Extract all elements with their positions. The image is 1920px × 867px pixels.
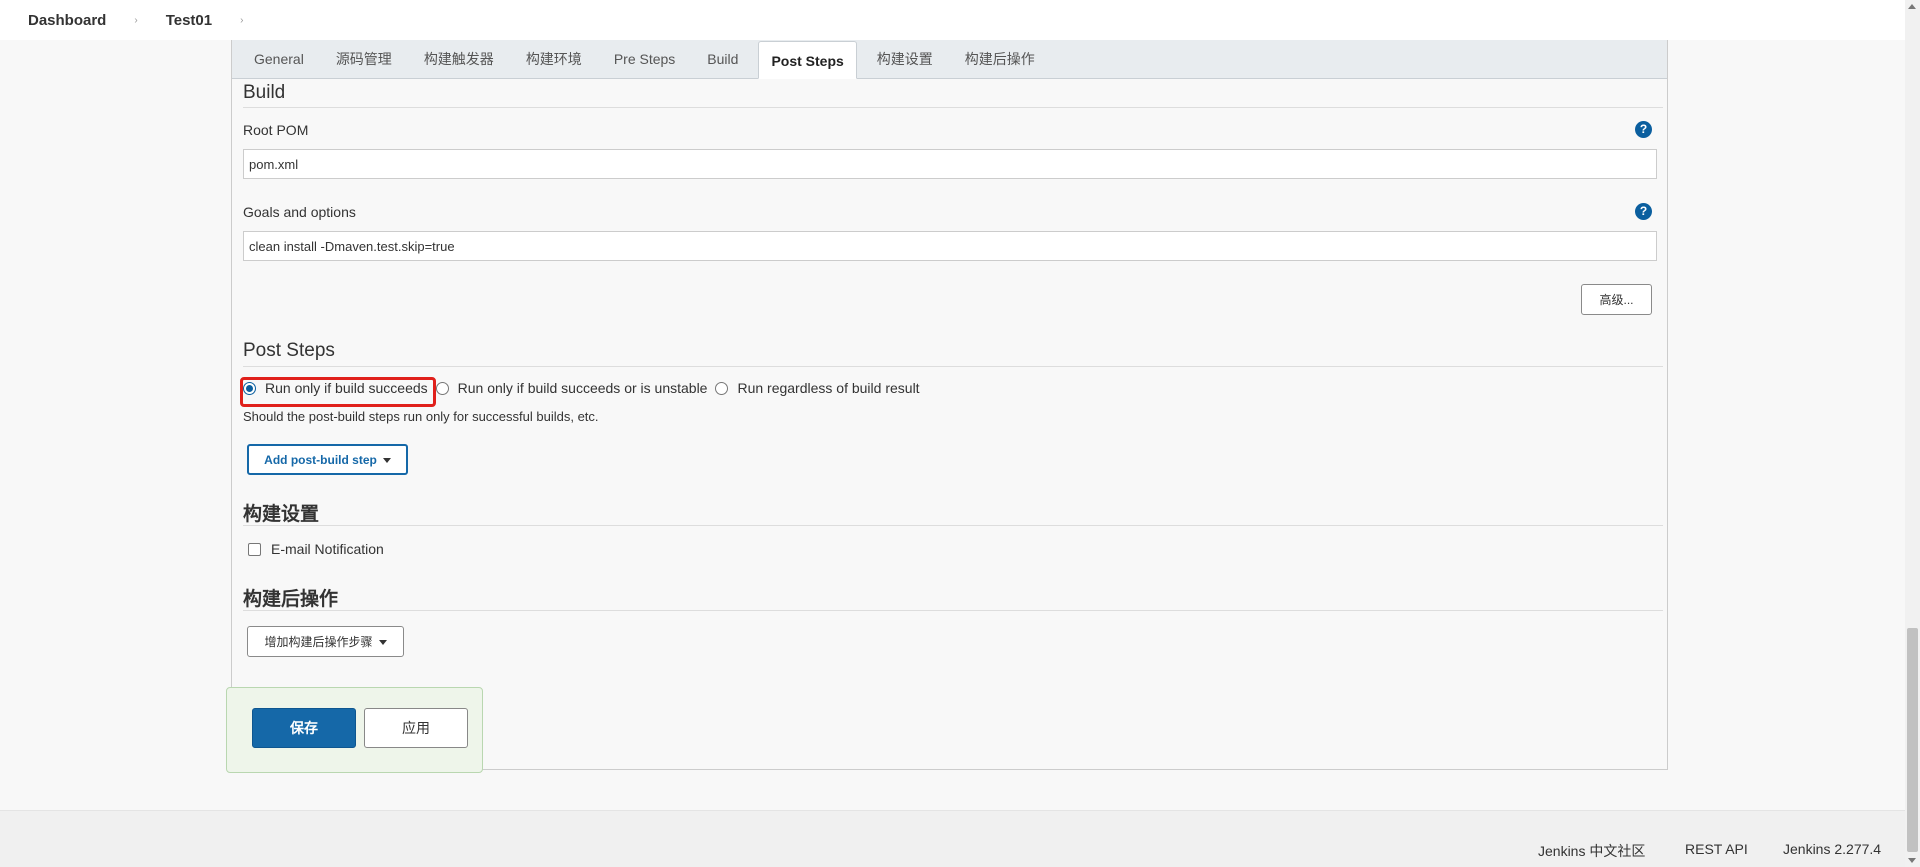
tab-build-settings[interactable]: 构建设置 [865,39,945,78]
add-post-build-action-label: 增加构建后操作步骤 [264,635,373,649]
build-settings-section-title: 构建设置 [243,499,1663,526]
footer-version-link[interactable]: Jenkins 2.277.4 [1783,841,1881,857]
post-steps-description: Should the post-build steps run only for… [243,409,599,424]
radio-unstable-label: Run only if build succeeds or is unstabl… [457,380,708,396]
radio-option-unstable[interactable]: Run only if build succeeds or is unstabl… [435,380,708,396]
breadcrumb: Dashboard › Test01 › [0,0,1905,40]
page-scrollbar[interactable] [1905,0,1920,867]
radio-option-succeeds[interactable]: Run only if build succeeds [243,380,428,396]
add-post-build-step-button[interactable]: Add post-build step [247,444,408,475]
goals-input[interactable] [243,231,1657,261]
radio-succeeds[interactable] [243,381,256,395]
scroll-down-arrow-icon[interactable] [1908,858,1916,863]
footer: Jenkins 中文社区 REST API Jenkins 2.277.4 [0,810,1905,867]
scroll-up-arrow-icon[interactable] [1908,4,1916,9]
root-pom-input[interactable] [243,149,1657,179]
post-steps-section-title: Post Steps [243,340,1663,367]
tab-build-triggers[interactable]: 构建触发器 [412,39,506,78]
root-pom-help-icon[interactable]: ? [1635,121,1652,138]
email-notification-row[interactable]: E-mail Notification [248,541,384,557]
radio-succeeds-label: Run only if build succeeds [265,380,428,396]
radio-unstable[interactable] [435,381,449,395]
tab-pre-steps[interactable]: Pre Steps [602,39,687,78]
email-notification-checkbox[interactable] [248,542,261,556]
radio-regardless-label: Run regardless of build result [737,380,920,396]
scrollbar-thumb[interactable] [1907,628,1918,852]
tab-general[interactable]: General [242,39,316,78]
footer-rest-api-link[interactable]: REST API [1685,841,1748,857]
radio-regardless[interactable] [715,381,729,395]
tab-post-build-actions[interactable]: 构建后操作 [953,39,1047,78]
breadcrumb-test01[interactable]: Test01 [166,12,212,29]
build-section-title: Build [243,82,1663,108]
config-tab-bar: General 源码管理 构建触发器 构建环境 Pre Steps Build … [232,40,1667,79]
goals-help-icon[interactable]: ? [1635,203,1652,220]
breadcrumb-dashboard[interactable]: Dashboard [28,12,106,29]
tab-post-steps[interactable]: Post Steps [758,41,857,79]
root-pom-label: Root POM [243,122,309,138]
tab-build[interactable]: Build [695,39,750,78]
post-build-actions-section-title: 构建后操作 [243,584,1663,611]
advanced-button[interactable]: 高级... [1581,284,1652,315]
config-panel: General 源码管理 构建触发器 构建环境 Pre Steps Build … [231,40,1668,770]
caret-down-icon [382,457,391,463]
breadcrumb-chevron-icon[interactable]: › [240,15,243,26]
tab-build-environment[interactable]: 构建环境 [514,39,594,78]
apply-button[interactable]: 应用 [364,708,468,748]
save-bar: 保存 应用 [226,687,483,773]
email-notification-label: E-mail Notification [271,541,384,557]
radio-option-regardless[interactable]: Run regardless of build result [715,380,920,396]
tab-source-management[interactable]: 源码管理 [324,39,404,78]
goals-label: Goals and options [243,204,356,220]
add-post-build-step-label: Add post-build step [264,452,377,467]
footer-community-link[interactable]: Jenkins 中文社区 [1538,841,1645,861]
breadcrumb-chevron-icon[interactable]: › [134,15,137,26]
post-steps-radio-group: Run only if build succeeds Run only if b… [243,380,928,396]
add-post-build-action-button[interactable]: 增加构建后操作步骤 [247,626,404,657]
save-button[interactable]: 保存 [252,708,356,748]
caret-down-icon [378,640,387,646]
